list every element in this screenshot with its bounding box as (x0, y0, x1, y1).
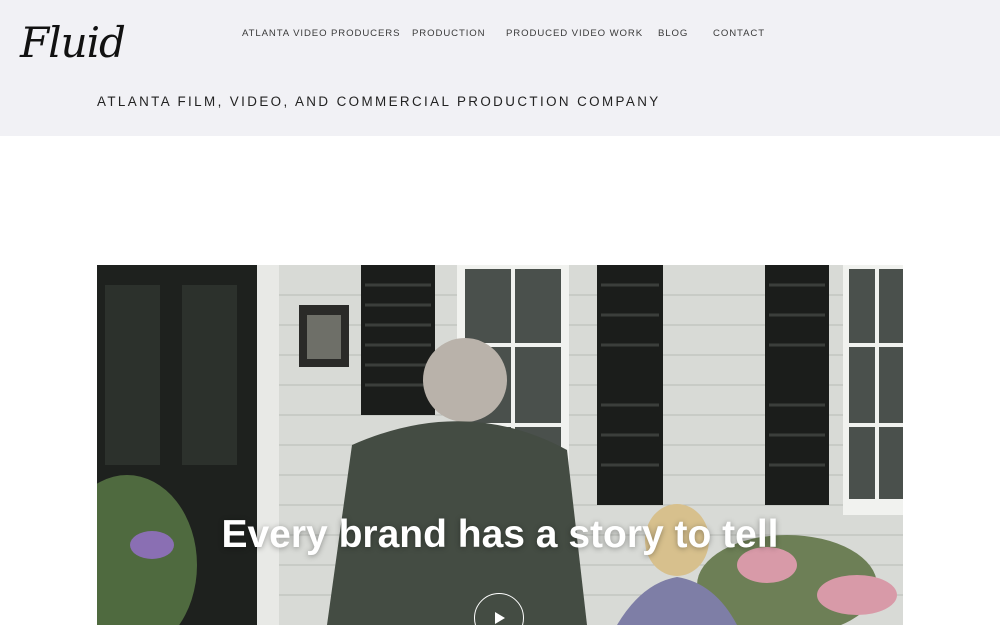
site-logo[interactable]: Fluid (20, 14, 126, 72)
page-tagline: ATLANTA FILM, VIDEO, AND COMMERCIAL PROD… (97, 94, 661, 109)
play-icon (495, 612, 505, 624)
nav-item-blog[interactable]: BLOG (658, 28, 688, 39)
site-header: Fluid ATLANTA VIDEO PRODUCERS PRODUCTION… (0, 0, 1000, 136)
nav-item-contact[interactable]: CONTACT (713, 28, 765, 39)
nav-item-produced-video-work[interactable]: PRODUCED VIDEO WORK (506, 28, 643, 39)
hero-image (97, 265, 903, 625)
nav-item-atlanta-video-producers[interactable]: ATLANTA VIDEO PRODUCERS (242, 28, 400, 39)
nav-item-production[interactable]: PRODUCTION (412, 28, 486, 39)
hero-video[interactable]: Every brand has a story to tell (97, 265, 903, 625)
hero-headline: Every brand has a story to tell (221, 513, 779, 556)
